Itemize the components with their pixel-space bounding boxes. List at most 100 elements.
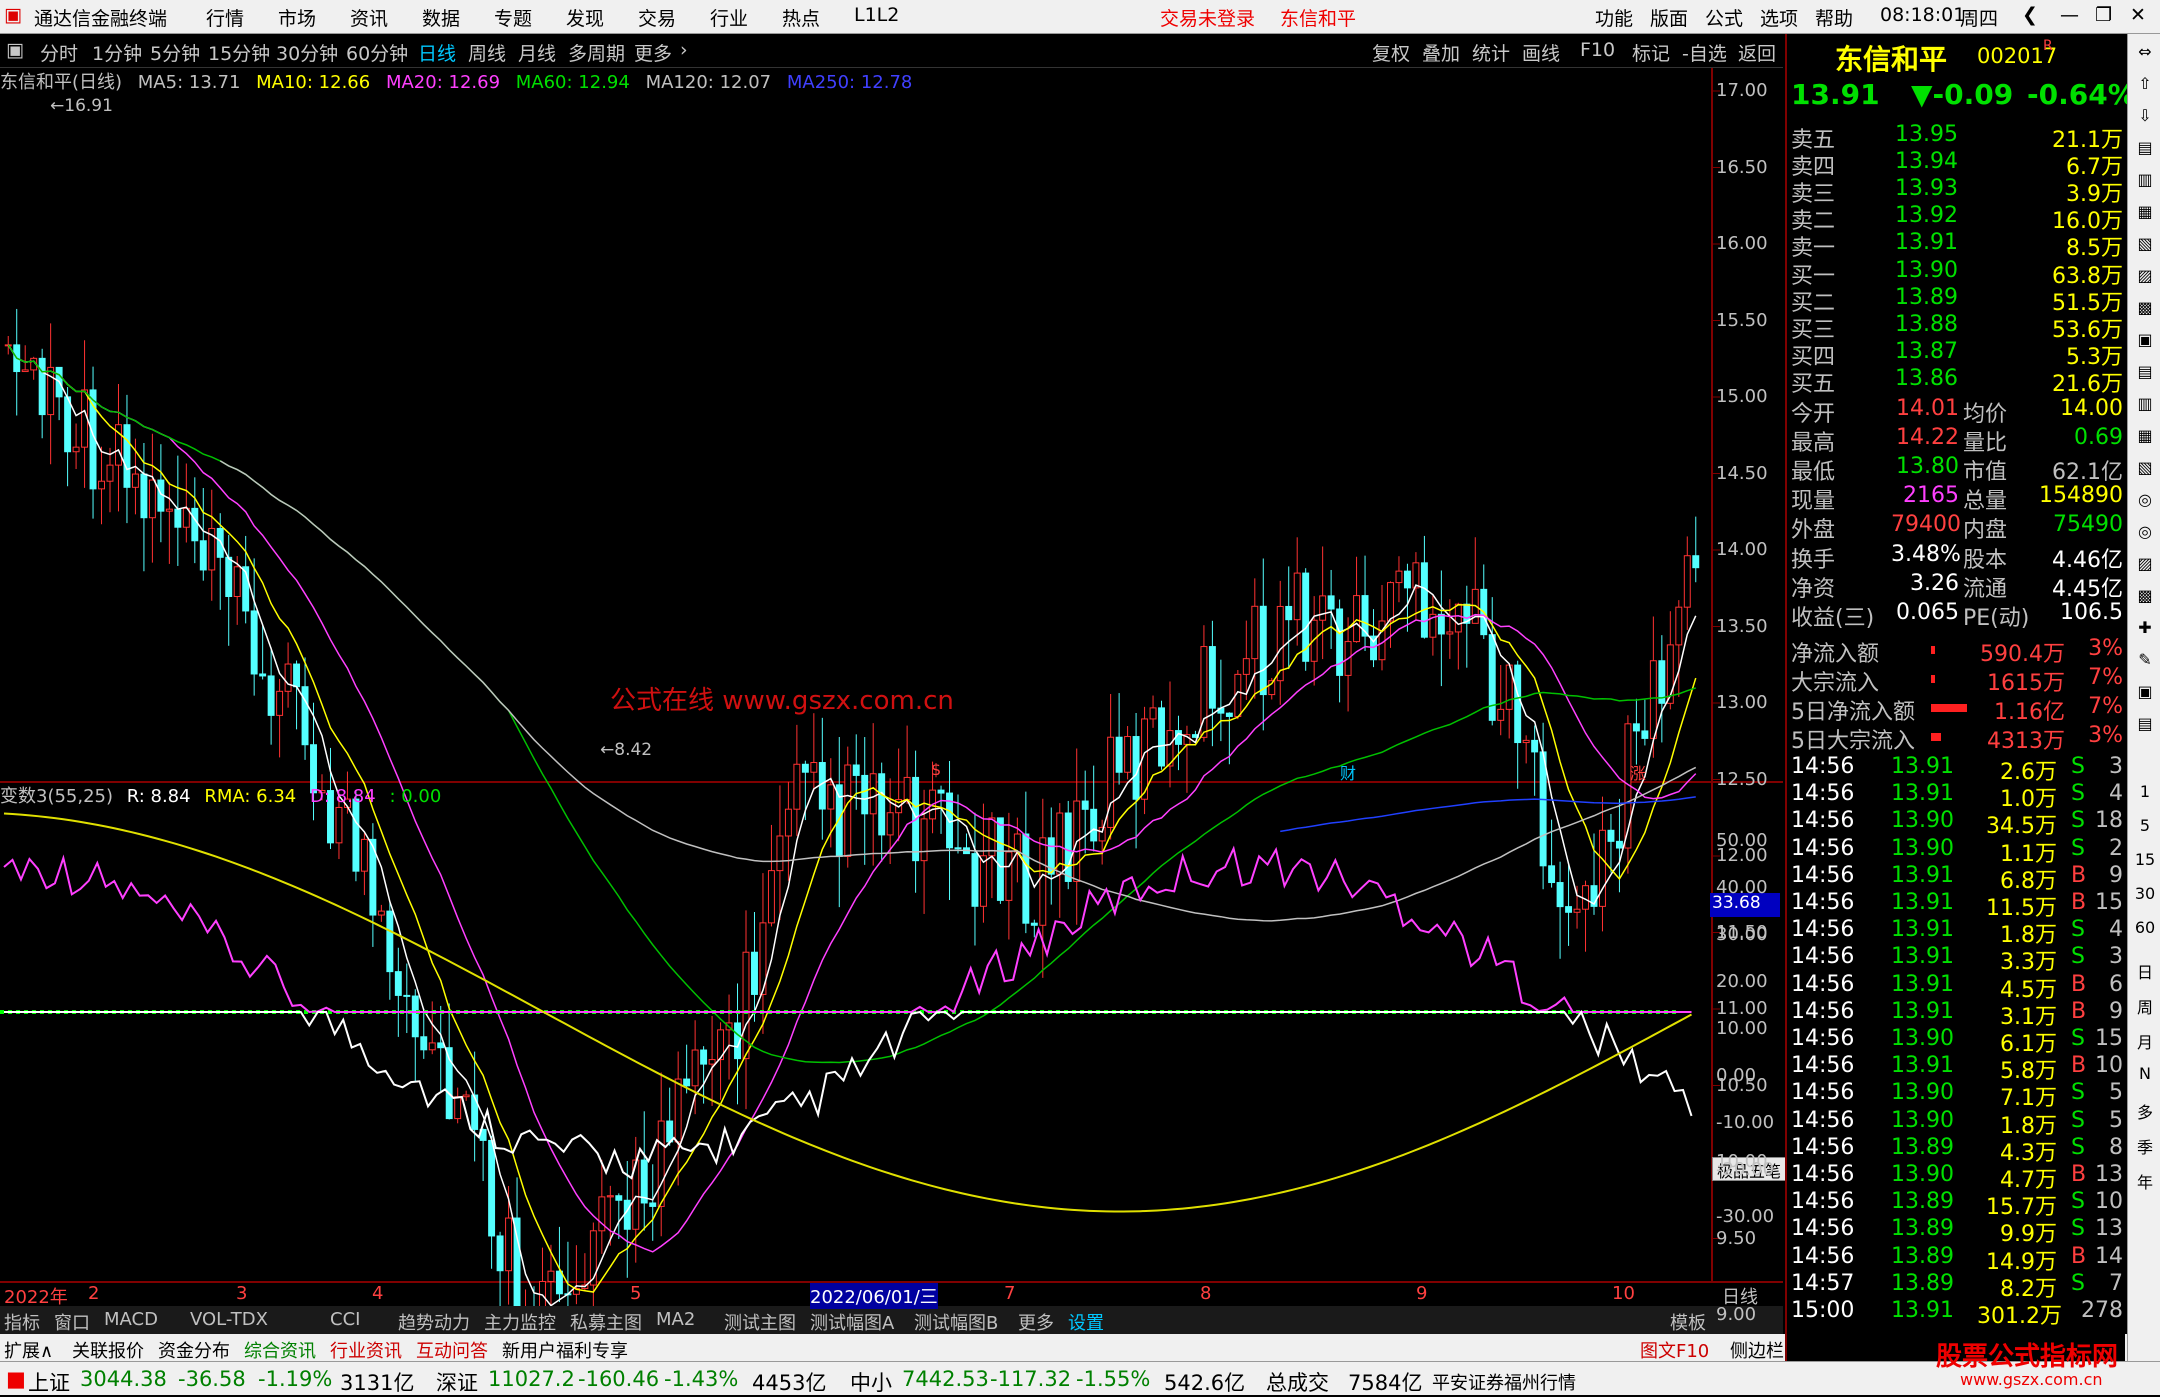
index-label[interactable]: 上证 [28, 1367, 70, 1397]
menu-item[interactable]: 交易 [638, 4, 676, 31]
tool-button[interactable]: -自选 [1682, 39, 1727, 66]
event-marker[interactable]: 财 [1340, 760, 1356, 784]
period-tab[interactable]: 分时 [40, 39, 78, 66]
chart-icon[interactable]: ▩ [2132, 298, 2158, 317]
chart-icon[interactable]: ▨ [2132, 266, 2158, 285]
chart-icon[interactable]: ▤ [2132, 138, 2158, 157]
info-tab[interactable]: 综合资讯 [244, 1337, 316, 1363]
period-tab-more[interactable]: 更多 [634, 39, 672, 66]
chart-icon[interactable]: ▧ [2132, 234, 2158, 253]
period-tab[interactable]: 60分钟 [346, 39, 408, 66]
menu-item[interactable]: 发现 [566, 4, 604, 31]
menu-item[interactable]: 数据 [422, 4, 460, 31]
indicator-tab[interactable]: 更多 [1018, 1309, 1054, 1335]
period-tab[interactable]: 多周期 [568, 39, 625, 66]
chart-icon[interactable]: ▤ [2132, 714, 2158, 733]
period-tab[interactable]: 月线 [518, 39, 556, 66]
chart-icon[interactable]: ▥ [2132, 394, 2158, 413]
back-icon[interactable]: ❮ [2022, 4, 2038, 26]
period-tab[interactable]: 15分钟 [208, 39, 270, 66]
sidebar-period[interactable]: 日 [2132, 959, 2158, 983]
index-label[interactable]: 中小 [850, 1367, 892, 1397]
indicator-tab[interactable]: VOL-TDX [190, 1309, 268, 1330]
menu-item[interactable]: 行业 [710, 4, 748, 31]
menu-item[interactable]: 市场 [278, 4, 316, 31]
info-tab[interactable]: 新用户福利专享 [502, 1337, 628, 1363]
tool-button[interactable]: 叠加 [1422, 39, 1460, 66]
chart-icon[interactable]: ▨ [2132, 554, 2158, 573]
sidebar-period[interactable]: 月 [2132, 1029, 2158, 1053]
pen-icon[interactable]: ✎ [2132, 650, 2158, 669]
menu-item[interactable]: 行情 [206, 4, 244, 31]
chart-icon[interactable]: ▦ [2132, 202, 2158, 221]
menu-item[interactable]: 选项 [1760, 4, 1798, 31]
tool-button[interactable]: 标记 [1632, 39, 1670, 66]
info-tab[interactable]: 资金分布 [158, 1337, 230, 1363]
menu-item[interactable]: L1L2 [854, 4, 899, 26]
chart-icon[interactable]: ▧ [2132, 458, 2158, 477]
indicator-tab[interactable]: 测试幅图A [810, 1309, 894, 1335]
sidebar-icon[interactable]: ⇔ [2132, 42, 2158, 61]
chart-icon[interactable]: ▩ [2132, 586, 2158, 605]
sidebar-period[interactable]: N [2132, 1064, 2158, 1083]
login-status[interactable]: 交易未登录 [1160, 4, 1255, 31]
chart-icon[interactable]: ◎ [2132, 522, 2158, 541]
tool-button[interactable]: 统计 [1472, 39, 1510, 66]
toolbar-toggle-icon[interactable]: ▣ [6, 39, 24, 61]
chart-icon[interactable]: ▦ [2132, 426, 2158, 445]
sidebar-period[interactable]: 多 [2132, 1099, 2158, 1123]
index-label[interactable]: 深证 [436, 1367, 478, 1397]
indicator-tab[interactable]: 设置 [1068, 1309, 1104, 1335]
sidebar-period[interactable]: 5 [2132, 816, 2158, 835]
period-tab-active[interactable]: 日线 [418, 39, 456, 66]
indicator-tab[interactable]: CCI [330, 1309, 360, 1330]
tool-button[interactable]: 画线 [1522, 39, 1560, 66]
indicator-tab[interactable]: 私募主图 [570, 1309, 642, 1335]
info-tab[interactable]: 互动问答 [416, 1337, 488, 1363]
broker[interactable]: 平安证券福州行情 [1432, 1369, 1576, 1395]
period-tab[interactable]: 5分钟 [150, 39, 200, 66]
sidebar-period[interactable]: 1 [2132, 782, 2158, 801]
period-tab[interactable]: 周线 [468, 39, 506, 66]
chart-icon[interactable]: ◎ [2132, 490, 2158, 509]
down-icon[interactable]: ⇩ [2132, 106, 2158, 125]
info-tab-right[interactable]: 图文F10 [1640, 1337, 1709, 1363]
indicator-tab[interactable]: MACD [104, 1309, 158, 1330]
menu-item[interactable]: 功能 [1595, 4, 1633, 31]
sidebar-period[interactable]: 季 [2132, 1134, 2158, 1158]
chart-icon[interactable]: ▥ [2132, 170, 2158, 189]
sidebar-period[interactable]: 30 [2132, 884, 2158, 903]
indicator-tab[interactable]: 测试幅图B [914, 1309, 998, 1335]
menu-item[interactable]: 热点 [782, 4, 820, 31]
indicator-tab[interactable]: 指标 [4, 1309, 40, 1335]
period-tab[interactable]: 1分钟 [92, 39, 142, 66]
menu-item[interactable]: 帮助 [1815, 4, 1853, 31]
indicator-tab[interactable]: 窗口 [54, 1309, 90, 1335]
event-marker[interactable]: 涨 [1630, 760, 1646, 784]
menu-item[interactable]: 资讯 [350, 4, 388, 31]
tool-button[interactable]: 复权 [1372, 39, 1410, 66]
indicator-name[interactable]: 变数3(55,25) [0, 786, 113, 807]
indicator-tab[interactable]: MA2 [656, 1309, 695, 1330]
menu-item[interactable]: 公式 [1705, 4, 1743, 31]
tool-button[interactable]: 返回 [1738, 39, 1776, 66]
chart-icon[interactable]: ▣ [2132, 682, 2158, 701]
minimize-icon[interactable]: — [2060, 4, 2079, 26]
up-icon[interactable]: ⇧ [2132, 74, 2158, 93]
info-tab[interactable]: 关联报价 [72, 1337, 144, 1363]
indicator-tab[interactable]: 主力监控 [484, 1309, 556, 1335]
sidebar-period[interactable]: 周 [2132, 994, 2158, 1018]
indicator-tab[interactable]: 趋势动力 [398, 1309, 470, 1335]
close-icon[interactable]: ✕ [2130, 4, 2146, 26]
period-tab[interactable]: 30分钟 [276, 39, 338, 66]
chart-icon[interactable]: ✚ [2132, 618, 2158, 637]
menu-item[interactable]: 专题 [494, 4, 532, 31]
restore-icon[interactable]: ❐ [2095, 4, 2112, 26]
chevron-right-icon[interactable]: › [680, 39, 688, 61]
sidebar-period[interactable]: 15 [2132, 850, 2158, 869]
chart-icon[interactable]: ▣ [2132, 330, 2158, 349]
indicator-tab[interactable]: 模板 [1670, 1309, 1706, 1335]
tool-button[interactable]: F10 [1580, 39, 1615, 61]
menu-item[interactable]: 版面 [1650, 4, 1688, 31]
sidebar-period[interactable]: 年 [2132, 1169, 2158, 1193]
